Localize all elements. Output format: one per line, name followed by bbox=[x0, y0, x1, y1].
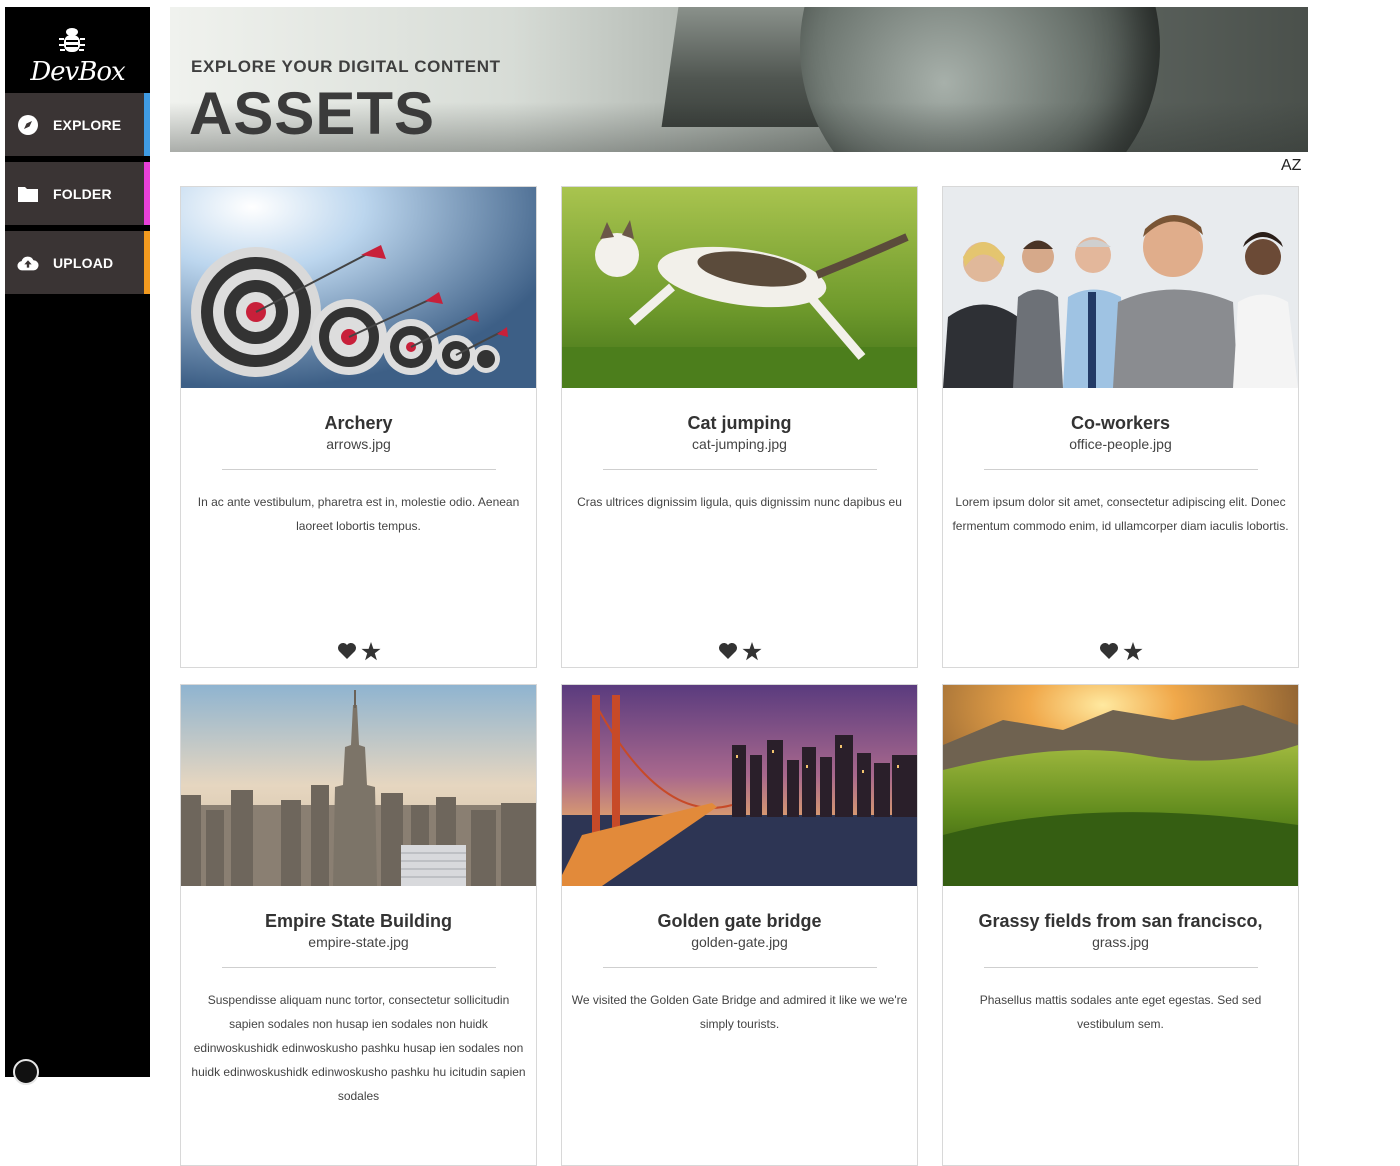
compass-icon bbox=[17, 114, 39, 136]
asset-card[interactable]: Cat jumping cat-jumping.jpg Cras ultrice… bbox=[561, 186, 918, 668]
asset-thumbnail[interactable] bbox=[181, 685, 536, 886]
sidebar-item-label: EXPLORE bbox=[53, 116, 122, 133]
asset-description: Phasellus mattis sodales ante eget egest… bbox=[979, 993, 1262, 1031]
asset-thumbnail[interactable] bbox=[943, 685, 1298, 886]
asset-card[interactable]: Grassy fields from san francisco, grass.… bbox=[942, 684, 1299, 1166]
sidebar-item-explore[interactable]: EXPLORE bbox=[5, 93, 150, 156]
sidebar: DevBox EXPLORE FOLDER UPLOAD bbox=[5, 7, 150, 1085]
page-title: ASSETS bbox=[189, 80, 436, 147]
asset-thumbnail[interactable] bbox=[562, 187, 917, 388]
page-subtitle: EXPLORE YOUR DIGITAL CONTENT bbox=[191, 57, 501, 76]
asset-filename: cat-jumping.jpg bbox=[692, 436, 787, 452]
asset-title: Co-workers bbox=[1070, 413, 1171, 433]
sidebar-item-label: FOLDER bbox=[53, 185, 112, 202]
asset-card[interactable]: Golden gate bridge golden-gate.jpg We vi… bbox=[561, 684, 918, 1166]
asset-thumbnail[interactable] bbox=[562, 685, 917, 886]
logo-text: DevBox bbox=[30, 57, 125, 87]
asset-filename: grass.jpg bbox=[1092, 934, 1149, 950]
heart-icon[interactable] bbox=[1099, 642, 1119, 661]
asset-card[interactable]: Co-workers office-people.jpg Lorem ipsum… bbox=[942, 186, 1299, 668]
sidebar-item-upload[interactable]: UPLOAD bbox=[5, 231, 150, 294]
folder-icon bbox=[17, 183, 39, 205]
asset-description: Suspendisse aliquam nunc tortor, consect… bbox=[191, 993, 526, 1103]
asset-title: Archery bbox=[324, 413, 393, 433]
card-actions bbox=[943, 642, 1298, 661]
star-icon[interactable] bbox=[742, 642, 762, 661]
star-icon[interactable] bbox=[361, 642, 381, 661]
asset-filename: golden-gate.jpg bbox=[691, 934, 788, 950]
asset-thumbnail[interactable] bbox=[943, 187, 1298, 388]
sidebar-item-label: UPLOAD bbox=[53, 254, 114, 271]
asset-grid: Archery arrows.jpg In ac ante vestibulum… bbox=[180, 186, 1300, 1166]
asset-description: We visited the Golden Gate Bridge and ad… bbox=[571, 993, 908, 1031]
asset-title: Empire State Building bbox=[264, 911, 453, 931]
sidebar-accent bbox=[144, 93, 150, 156]
asset-card[interactable]: Archery arrows.jpg In ac ante vestibulum… bbox=[180, 186, 537, 668]
cloud-upload-icon bbox=[17, 252, 39, 274]
star-icon[interactable] bbox=[1123, 642, 1143, 661]
asset-card[interactable]: Empire State Building empire-state.jpg S… bbox=[180, 684, 537, 1166]
asset-title: Cat jumping bbox=[687, 413, 792, 433]
sort-alpha-icon[interactable]: AZ bbox=[1281, 157, 1301, 175]
asset-title: Grassy fields from san francisco, bbox=[978, 911, 1263, 931]
logo[interactable]: DevBox bbox=[5, 7, 150, 93]
heart-icon[interactable] bbox=[337, 642, 357, 661]
asset-description: Cras ultrices dignissim ligula, quis dig… bbox=[577, 495, 902, 509]
header-banner: EXPLORE YOUR DIGITAL CONTENT ASSETS bbox=[170, 7, 1308, 152]
asset-description: In ac ante vestibulum, pharetra est in, … bbox=[197, 495, 520, 533]
card-actions bbox=[181, 642, 536, 661]
asset-thumbnail[interactable] bbox=[181, 187, 536, 388]
card-actions bbox=[562, 642, 917, 661]
asset-filename: empire-state.jpg bbox=[308, 934, 409, 950]
asset-filename: office-people.jpg bbox=[1069, 436, 1172, 452]
asset-description: Lorem ipsum dolor sit amet, consectetur … bbox=[952, 495, 1289, 533]
bug-icon bbox=[59, 28, 85, 52]
sidebar-accent bbox=[144, 162, 150, 225]
asset-title: Golden gate bridge bbox=[657, 911, 822, 931]
asset-filename: arrows.jpg bbox=[326, 436, 391, 452]
sidebar-accent bbox=[144, 231, 150, 294]
user-avatar[interactable] bbox=[13, 1059, 39, 1085]
heart-icon[interactable] bbox=[718, 642, 738, 661]
sidebar-item-folder[interactable]: FOLDER bbox=[5, 162, 150, 225]
